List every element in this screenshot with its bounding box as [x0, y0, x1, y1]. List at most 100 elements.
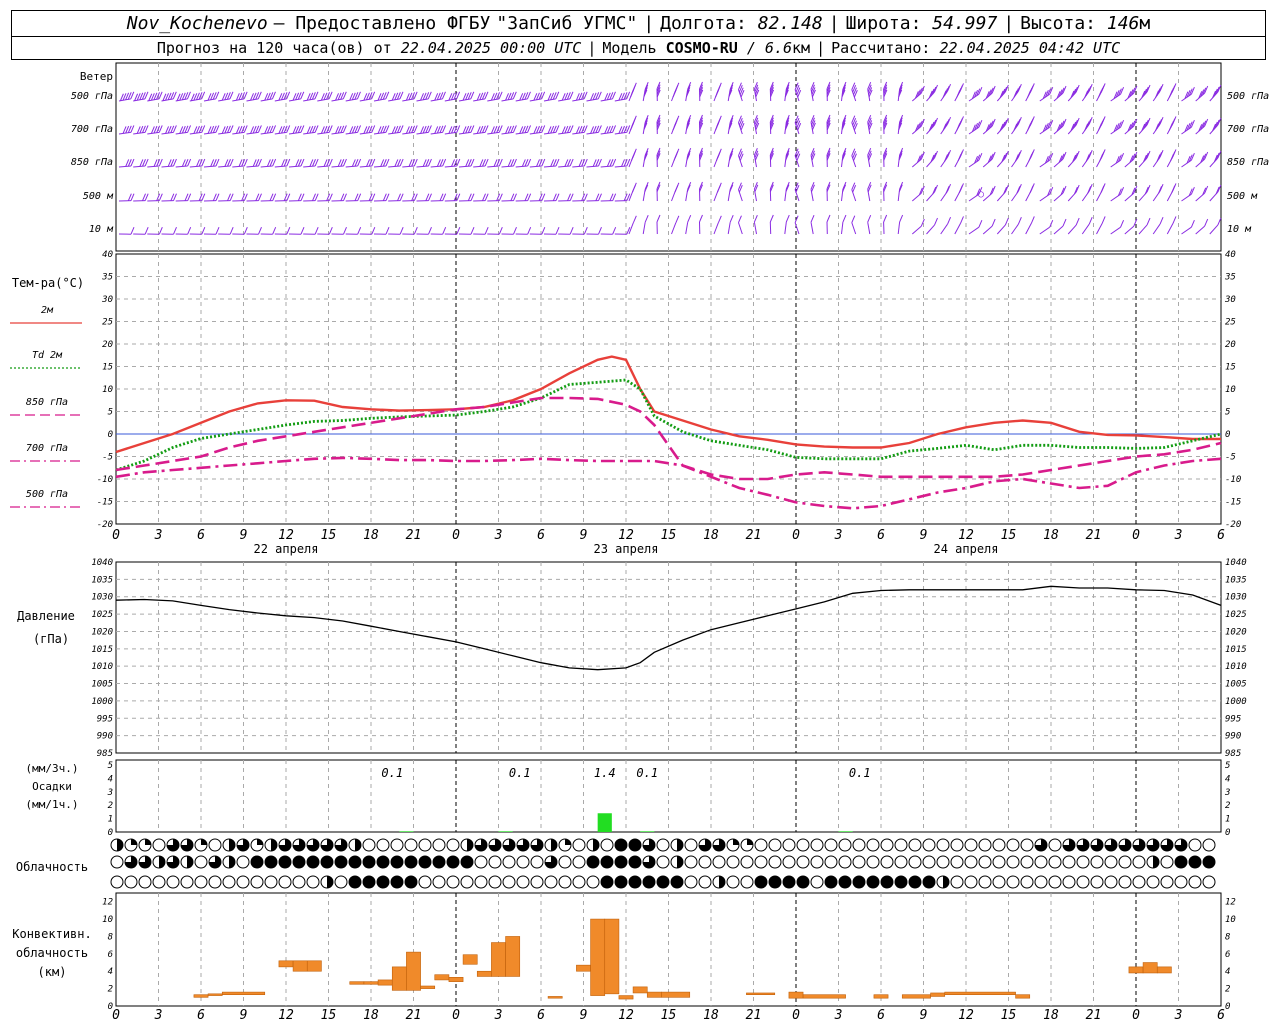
wind-barb-staff — [402, 131, 415, 135]
wind-barb-flag — [947, 216, 952, 225]
wind-barb-flag — [371, 227, 376, 235]
temperature-ytick-right: 10 — [1225, 385, 1236, 395]
temperature-hour-label: 21 — [746, 528, 762, 543]
wind-barb-flag — [272, 227, 277, 235]
cloud-symbol-circle — [1202, 838, 1216, 852]
cloud-symbol-circle — [1160, 875, 1174, 889]
wind-barb-staff — [897, 222, 901, 235]
wind-barb-staff — [288, 131, 301, 135]
convective-title-1: Конвективн. — [12, 927, 91, 941]
wind-barb-staff — [473, 131, 486, 135]
cloud-symbol-circle — [530, 875, 544, 889]
cloud-symbol-circle — [418, 875, 432, 889]
convective-bar — [1142, 962, 1158, 974]
wind-barb-flag — [899, 214, 904, 223]
wind-barb-staff — [572, 165, 585, 168]
convective-bar — [901, 994, 931, 999]
convective-unit: (км) — [38, 965, 67, 979]
wind-barb-staff — [685, 222, 689, 235]
wind-barb-flag — [1159, 216, 1164, 225]
convective-hour-label: 21 — [746, 1008, 762, 1023]
cloud-symbol-circle — [348, 875, 362, 889]
wind-barb-staff — [232, 98, 245, 102]
wind-barb-staff — [161, 165, 174, 168]
wind-barb-staff — [1053, 225, 1064, 235]
precipitation-ytick-left: 3 — [107, 788, 113, 798]
cloud-symbol-circle — [250, 855, 264, 869]
cloud-symbol-circle — [152, 875, 166, 889]
wind-barb-staff — [586, 165, 599, 168]
temperature-ytick-left: -10 — [97, 475, 113, 485]
precipitation-ytick-right: 0 — [1225, 828, 1230, 838]
wind-barb-staff — [118, 165, 132, 168]
wind-barb-flag — [785, 214, 790, 223]
temperature-hour-label: 3 — [154, 528, 163, 543]
pressure-ytick-left: 1020 — [91, 627, 113, 637]
wind-barb-flag — [675, 215, 680, 224]
cloud-symbol-fill — [271, 839, 277, 851]
temperature-ytick-left: 25 — [102, 318, 113, 328]
wind-barb-flag — [1027, 90, 1032, 98]
wind-barb-staff — [246, 165, 259, 168]
cloud-symbol-circle — [964, 855, 978, 869]
temperature-ytick-right: 5 — [1225, 408, 1230, 418]
convective-ytick-right: 10 — [1225, 915, 1236, 925]
temperature-title: Тем-ра(°С) — [12, 276, 84, 290]
cloud-symbol-circle — [558, 875, 572, 889]
wind-barb-staff — [851, 189, 857, 202]
wind-barb-flag — [644, 214, 649, 223]
cloud-symbol-circle — [306, 875, 320, 889]
wind-barb-flag — [958, 185, 963, 193]
temperature-ytick-right: 20 — [1225, 340, 1236, 350]
wind-barb-staff — [203, 131, 216, 135]
pressure-ytick-right: 1025 — [1225, 610, 1247, 620]
convective-hour-label: 9 — [920, 1008, 928, 1023]
convective-hour-label: 0 — [112, 1008, 120, 1023]
wind-barb-staff — [147, 165, 160, 168]
cloud-symbol-fill — [719, 876, 725, 888]
convective-bar — [448, 977, 464, 982]
wind-barb-flag — [130, 227, 135, 235]
cloud-symbol-circle — [1062, 855, 1076, 869]
wind-barb-staff — [543, 165, 557, 168]
wind-barb-staff — [175, 165, 188, 168]
wind-barb-flag — [428, 227, 432, 235]
wind-barb-flag — [1168, 123, 1173, 131]
convective-bar — [221, 991, 266, 995]
cloud-symbol-circle — [1160, 855, 1174, 869]
cloud-symbol-circle — [250, 875, 264, 889]
wind-barb-flag — [1170, 153, 1174, 162]
wind-level-label-right: 500 гПа — [1227, 91, 1269, 102]
pressure-ytick-right: 1035 — [1225, 575, 1247, 585]
temperature-ytick-right: 15 — [1225, 363, 1236, 373]
wind-barb-staff — [713, 222, 719, 235]
wind-barb-flag — [672, 123, 677, 131]
cloud-symbol-circle — [1006, 875, 1020, 889]
wind-barb-staff — [345, 131, 358, 135]
temperature-ytick-right: -20 — [1225, 520, 1241, 530]
cloud-symbol-fill — [565, 839, 571, 845]
wind-barb-staff — [968, 226, 980, 235]
wind-barb-staff — [288, 165, 302, 168]
pressure-ytick-left: 995 — [97, 714, 113, 724]
wind-barb-flag — [1030, 216, 1035, 224]
cloud-symbol-circle — [740, 855, 754, 869]
wind-barb-flag — [300, 227, 305, 235]
wind-barb-staff — [543, 98, 556, 102]
pressure-ytick-left: 990 — [97, 732, 113, 742]
pressure-ytick-right: 990 — [1225, 732, 1241, 742]
wind-barb-flag — [673, 153, 678, 161]
wind-barb-flag — [513, 227, 517, 235]
convective-bar — [306, 960, 322, 972]
cloud-symbol-circle — [1048, 855, 1062, 869]
wind-barb-staff — [331, 165, 344, 168]
cloud-symbol-circle — [922, 855, 936, 869]
wind-barb-staff — [260, 131, 273, 135]
convective-bar — [278, 960, 294, 968]
cloud-symbol-circle — [768, 875, 782, 889]
wind-barb-flag — [442, 227, 447, 235]
day-label: 23 апреля — [593, 542, 658, 556]
wind-barb-staff — [614, 165, 627, 168]
wind-level-label-right: 500 м — [1227, 191, 1258, 202]
wind-barb-staff — [642, 222, 646, 235]
